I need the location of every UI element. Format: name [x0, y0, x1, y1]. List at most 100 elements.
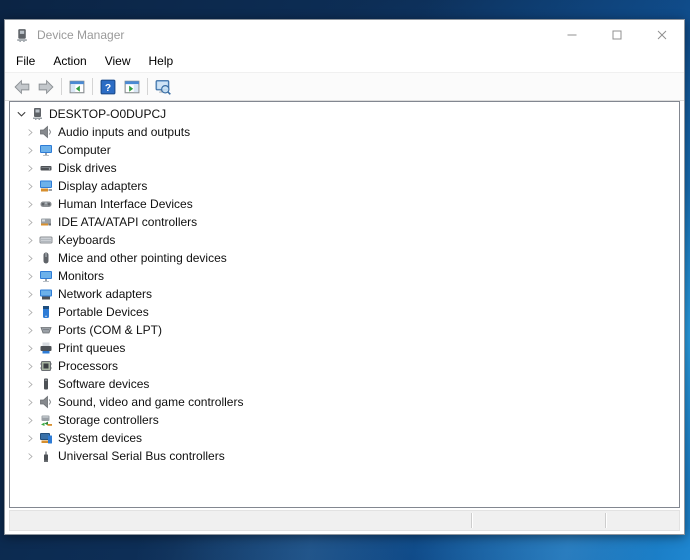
chevron-right-icon[interactable]	[24, 414, 36, 426]
tree-item-monitors[interactable]: Monitors	[10, 267, 679, 285]
tree-item-storage-controllers[interactable]: Storage controllers	[10, 411, 679, 429]
tree-item-ide-ata-atapi-controllers[interactable]: IDE ATA/ATAPI controllers	[10, 213, 679, 231]
window-controls	[549, 20, 684, 50]
chevron-down-icon[interactable]	[15, 108, 27, 120]
tree-item-label: IDE ATA/ATAPI controllers	[58, 215, 197, 229]
chevron-right-icon[interactable]	[24, 252, 36, 264]
tree-item-display-adapters[interactable]: Display adapters	[10, 177, 679, 195]
forward-button[interactable]	[34, 76, 58, 98]
forward-arrow-icon	[38, 79, 54, 95]
tree-item-software-devices[interactable]: Software devices	[10, 375, 679, 393]
monitor-icon	[38, 143, 53, 158]
tree-item-label: Computer	[58, 143, 111, 157]
minimize-button[interactable]	[549, 20, 594, 50]
tree-item-label: Keyboards	[58, 233, 115, 247]
close-button[interactable]	[639, 20, 684, 50]
tree-item-label: Software devices	[58, 377, 149, 391]
display-adapter-icon	[38, 179, 53, 194]
chevron-right-icon[interactable]	[24, 180, 36, 192]
tree-item-universal-serial-bus-controllers[interactable]: Universal Serial Bus controllers	[10, 447, 679, 465]
keyboard-icon	[38, 233, 53, 248]
tree-item-computer[interactable]: Computer	[10, 141, 679, 159]
tree-item-label: Monitors	[58, 269, 104, 283]
tree-item-label: Mice and other pointing devices	[58, 251, 227, 265]
storage-controller-icon	[38, 413, 53, 428]
tree-item-keyboards[interactable]: Keyboards	[10, 231, 679, 249]
scan-hardware-icon	[155, 79, 171, 95]
tree-item-audio-inputs-and-outputs[interactable]: Audio inputs and outputs	[10, 123, 679, 141]
gamepad-icon	[38, 197, 53, 212]
chevron-right-icon[interactable]	[24, 162, 36, 174]
tree-item-network-adapters[interactable]: Network adapters	[10, 285, 679, 303]
tree-item-label: System devices	[58, 431, 142, 445]
tree-item-portable-devices[interactable]: Portable Devices	[10, 303, 679, 321]
chevron-right-icon[interactable]	[24, 126, 36, 138]
toolbar-separator	[147, 78, 148, 95]
chevron-right-icon[interactable]	[24, 198, 36, 210]
chevron-right-icon[interactable]	[24, 450, 36, 462]
menu-file[interactable]: File	[7, 51, 44, 71]
back-button[interactable]	[10, 76, 34, 98]
speaker-icon	[38, 395, 53, 410]
statusbar-divider	[471, 513, 473, 528]
show-hide-console-tree-button[interactable]	[65, 76, 89, 98]
tree-item-processors[interactable]: Processors	[10, 357, 679, 375]
maximize-button[interactable]	[594, 20, 639, 50]
software-device-icon	[38, 377, 53, 392]
device-tree: DESKTOP-O0DUPCJ Audio inputs and outputs C…	[9, 101, 680, 508]
tree-item-desktop-o0dupcj[interactable]: DESKTOP-O0DUPCJ	[10, 105, 679, 123]
disk-drive-icon	[38, 161, 53, 176]
chevron-right-icon[interactable]	[24, 396, 36, 408]
cpu-icon	[38, 359, 53, 374]
tree-item-human-interface-devices[interactable]: Human Interface Devices	[10, 195, 679, 213]
serial-port-icon	[38, 323, 53, 338]
device-manager-app-icon	[14, 28, 29, 43]
printer-icon	[38, 341, 53, 356]
tree-item-label: Audio inputs and outputs	[58, 125, 190, 139]
window-title: Device Manager	[37, 28, 124, 42]
tree-item-sound-video-and-game-controllers[interactable]: Sound, video and game controllers	[10, 393, 679, 411]
tree-item-label: Network adapters	[58, 287, 152, 301]
tree-item-print-queues[interactable]: Print queues	[10, 339, 679, 357]
help-button[interactable]: ?	[96, 76, 120, 98]
ide-controller-icon	[38, 215, 53, 230]
portable-device-icon	[38, 305, 53, 320]
chevron-right-icon[interactable]	[24, 432, 36, 444]
toolbar-separator	[92, 78, 93, 95]
statusbar	[9, 510, 680, 531]
action-pane-icon	[124, 79, 140, 95]
tree-item-disk-drives[interactable]: Disk drives	[10, 159, 679, 177]
help-icon: ?	[100, 79, 116, 95]
chevron-right-icon[interactable]	[24, 324, 36, 336]
network-adapter-icon	[38, 287, 53, 302]
scan-for-hardware-changes-button[interactable]	[151, 76, 175, 98]
chevron-right-icon[interactable]	[24, 360, 36, 372]
chevron-right-icon[interactable]	[24, 270, 36, 282]
statusbar-divider	[605, 513, 607, 528]
chevron-right-icon[interactable]	[24, 234, 36, 246]
chevron-right-icon[interactable]	[24, 144, 36, 156]
menu-action[interactable]: Action	[44, 51, 95, 71]
system-device-icon	[38, 431, 53, 446]
tree-item-ports-com-lpt[interactable]: Ports (COM & LPT)	[10, 321, 679, 339]
menu-help[interactable]: Help	[140, 51, 183, 71]
tree-item-mice-and-other-pointing-devices[interactable]: Mice and other pointing devices	[10, 249, 679, 267]
toolbar: ?	[5, 72, 684, 101]
show-hide-action-pane-button[interactable]	[120, 76, 144, 98]
console-tree-icon	[69, 79, 85, 95]
chevron-right-icon[interactable]	[24, 216, 36, 228]
maximize-icon	[612, 30, 622, 40]
menu-view[interactable]: View	[96, 51, 140, 71]
chevron-right-icon[interactable]	[24, 306, 36, 318]
menubar: FileActionViewHelp	[5, 50, 684, 72]
computer-root-icon	[29, 107, 44, 122]
tree-item-label: DESKTOP-O0DUPCJ	[49, 107, 166, 121]
chevron-right-icon[interactable]	[24, 288, 36, 300]
chevron-right-icon[interactable]	[24, 342, 36, 354]
chevron-right-icon[interactable]	[24, 378, 36, 390]
titlebar[interactable]: Device Manager	[5, 20, 684, 50]
toolbar-separator	[61, 78, 62, 95]
tree-item-label: Human Interface Devices	[58, 197, 193, 211]
tree-item-label: Ports (COM & LPT)	[58, 323, 162, 337]
tree-item-system-devices[interactable]: System devices	[10, 429, 679, 447]
